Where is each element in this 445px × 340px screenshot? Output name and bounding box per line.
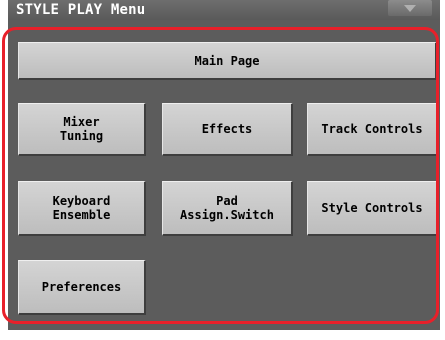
style-play-menu-screen: STYLE PLAY Menu Main Page Mixer Tuning E… [0,0,445,340]
main-page-button[interactable]: Main Page [18,42,437,80]
effects-button[interactable]: Effects [162,103,293,156]
track-controls-button[interactable]: Track Controls [307,103,438,156]
mixer-tuning-button[interactable]: Mixer Tuning [18,103,146,156]
keyboard-ensemble-button[interactable]: Keyboard Ensemble [18,181,146,236]
title-bar: STYLE PLAY Menu [8,0,440,21]
menu-dropdown-button[interactable] [388,0,432,16]
page-title: STYLE PLAY Menu [16,2,146,18]
preferences-button[interactable]: Preferences [18,260,146,315]
style-controls-button[interactable]: Style Controls [307,181,438,236]
pad-assign-switch-button[interactable]: Pad Assign.Switch [162,181,293,236]
triangle-down-icon [404,4,416,12]
